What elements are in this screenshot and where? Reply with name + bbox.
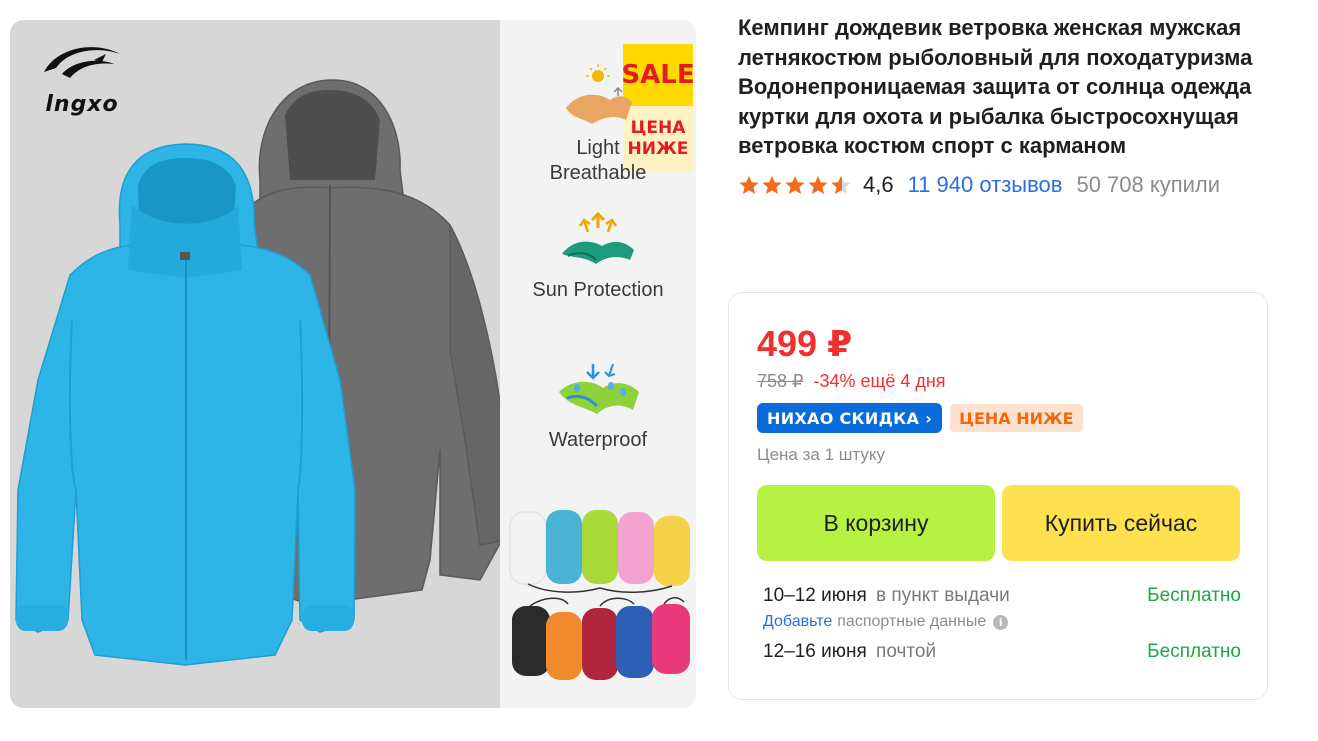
- delivery-date: 10–12 июня: [763, 585, 867, 606]
- delivery-option-post: 12–16 июня почтой: [763, 641, 936, 663]
- current-price: 499 ₽: [757, 323, 853, 364]
- sun-fabric-icon: [566, 64, 632, 124]
- delivery-method: почтой: [876, 641, 937, 662]
- nihao-discount-label: НИХАО СКИДКА: [767, 408, 920, 428]
- chevron-right-icon: ›: [925, 408, 933, 428]
- star-full-icon: [762, 175, 782, 194]
- add-passport-link[interactable]: Добавьте: [763, 613, 832, 631]
- rating-value: 4,6: [863, 172, 894, 197]
- price-card: 499 ₽ 758 ₽ -34% ещё 4 дня НИХАО СКИДКА …: [728, 292, 1268, 700]
- feature-breathable: Light Breathable: [500, 62, 696, 186]
- packed-bags-image: [509, 510, 690, 680]
- star-half-icon: [831, 175, 851, 194]
- feature-waterproof: Waterproof: [500, 358, 696, 453]
- jacket-illustration: [15, 79, 500, 666]
- reviews-link[interactable]: 11 940 отзывов: [908, 172, 1063, 198]
- price-details: 758 ₽ -34% ещё 4 дня: [757, 371, 946, 392]
- rating-stars: [738, 174, 853, 196]
- add-to-cart-button[interactable]: В корзину: [757, 485, 995, 561]
- price-lower-badge: ЦЕНА НИЖЕ: [950, 404, 1083, 432]
- delivery-option-pickup: 10–12 июня в пункт выдачи: [763, 585, 1010, 607]
- promo-badges: НИХАО СКИДКА › ЦЕНА НИЖЕ: [757, 403, 1083, 433]
- old-price: 758 ₽: [757, 371, 804, 391]
- nihao-discount-badge[interactable]: НИХАО СКИДКА ›: [757, 403, 943, 433]
- star-full-icon: [785, 175, 805, 194]
- bought-count: 50 708 купили: [1076, 172, 1221, 197]
- buy-now-button[interactable]: Купить сейчас: [1002, 485, 1240, 561]
- feature-sun-protection: Sun Protection: [500, 210, 696, 303]
- rating-row: 4,6 11 940 отзывов 50 708 купили: [738, 170, 1220, 200]
- feature-label-line1: Light: [576, 137, 620, 159]
- star-full-icon: [808, 175, 828, 194]
- product-image[interactable]: lngxo SALE ЦЕНА НИЖЕ Light Breathable Su…: [10, 20, 696, 708]
- info-icon[interactable]: i: [993, 614, 1009, 630]
- product-title: Кемпинг дождевик ветровка женская мужска…: [738, 15, 1253, 158]
- discount-label: -34% ещё 4 дня: [813, 371, 946, 391]
- delivery-method: в пункт выдачи: [876, 585, 1010, 606]
- delivery-date: 12–16 июня: [763, 641, 867, 662]
- delivery-cost: Бесплатно: [1147, 641, 1241, 662]
- unit-price-note: Цена за 1 штуку: [757, 445, 885, 464]
- bags-top-row: [509, 510, 690, 586]
- feature-label-line2: Breathable: [549, 162, 647, 184]
- feature-label-sun: Sun Protection: [532, 279, 664, 301]
- star-full-icon: [739, 175, 759, 194]
- fabric-arrows-icon: [562, 211, 634, 264]
- delivery-cost: Бесплатно: [1147, 585, 1241, 606]
- feature-label-waterproof: Waterproof: [548, 429, 648, 451]
- water-drops-fabric-icon: [559, 363, 639, 414]
- passport-text: паспортные данные: [837, 613, 987, 630]
- bags-bottom-row: [512, 604, 690, 680]
- passport-notice: Добавьте паспортные данные i: [763, 613, 1009, 631]
